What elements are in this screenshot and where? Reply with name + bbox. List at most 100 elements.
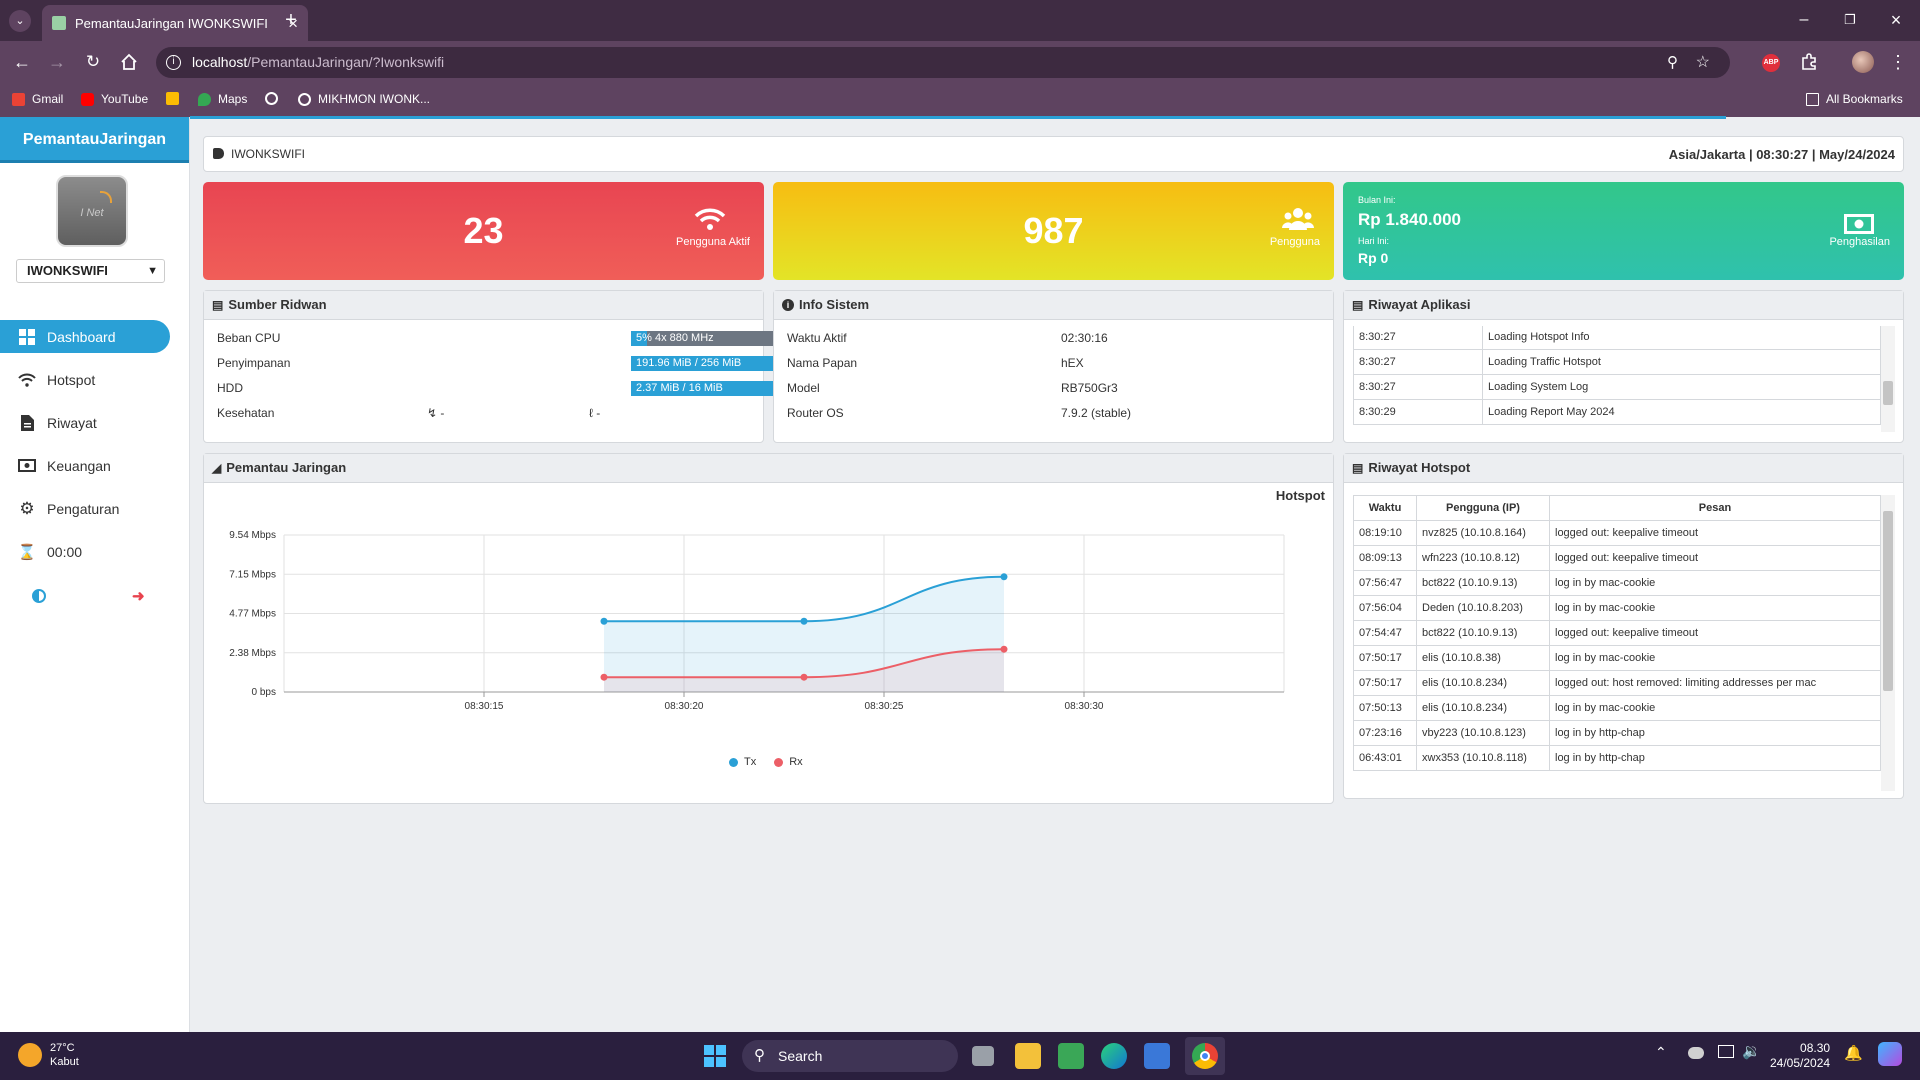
- sidebar-item-riwayat[interactable]: Riwayat: [0, 406, 170, 439]
- sidebar-item-label: Dashboard: [47, 328, 116, 345]
- column-header-user[interactable]: Pengguna (IP): [1416, 495, 1550, 521]
- router-select[interactable]: IWONKSWIFI ▼: [16, 259, 165, 283]
- windows-taskbar: 27°C Kabut ⚲ Search ⌃ 🔉 08.30 24/05/2024…: [0, 1032, 1920, 1080]
- browser-tab-bar: ⌄ PemantauJaringan IWONKSWIFI × + – ❐ ×: [0, 0, 1920, 41]
- hotspot-log-scroll[interactable]: Waktu Pengguna (IP) Pesan 08:19:10 nvz825…: [1353, 495, 1895, 791]
- extensions-icon[interactable]: [1799, 52, 1819, 72]
- stat-income[interactable]: Bulan Ini: Rp 1.840.000 Hari Ini: Rp 0 P…: [1343, 182, 1904, 280]
- microsoft-store-icon[interactable]: [1144, 1043, 1170, 1069]
- new-tab-button[interactable]: +: [281, 10, 301, 30]
- back-icon[interactable]: ←: [12, 52, 32, 72]
- income-day-value: Rp 0: [1358, 250, 1389, 266]
- cloud-status-icon[interactable]: [1688, 1047, 1704, 1059]
- sidebar: PemantauJaringan I Net IWONKSWIFI ▼ Dash…: [0, 117, 190, 1032]
- weather-widget[interactable]: 27°C Kabut: [18, 1041, 79, 1069]
- table-row: 07:56:04 Deden (10.10.8.203) log in by mac…: [1353, 595, 1881, 621]
- column-header-message[interactable]: Pesan: [1549, 495, 1881, 521]
- app-log-scrollbar[interactable]: [1881, 326, 1895, 432]
- bookmark-maps[interactable]: Maps: [198, 92, 247, 106]
- file-explorer-icon[interactable]: [1015, 1043, 1041, 1069]
- bookmark-photos[interactable]: [166, 92, 186, 105]
- table-row: 07:56:47 bct822 (10.10.9.13) log in by mac…: [1353, 570, 1881, 596]
- column-header-time[interactable]: Waktu: [1353, 495, 1417, 521]
- forward-icon[interactable]: →: [47, 52, 67, 72]
- sidebar-item-hotspot[interactable]: Hotspot: [0, 363, 170, 396]
- bookmark-youtube[interactable]: YouTube: [81, 92, 148, 106]
- chart-title: Hotspot: [1275, 488, 1325, 503]
- logout-icon[interactable]: ➜: [132, 587, 145, 605]
- data-point-rx: [600, 673, 608, 681]
- spreadsheet-app-icon[interactable]: [1058, 1043, 1084, 1069]
- site-info-icon[interactable]: i: [166, 55, 181, 70]
- restore-window-button[interactable]: ❐: [1840, 10, 1860, 30]
- task-view-icon[interactable]: [972, 1046, 994, 1066]
- sysinfo-header: i Info Sistem: [774, 291, 1333, 320]
- sidebar-item-label: Keuangan: [47, 457, 111, 474]
- search-icon: ⚲: [754, 1047, 765, 1064]
- bookmark-star-icon[interactable]: ☆: [1696, 47, 1710, 78]
- globe-icon: [298, 92, 311, 106]
- start-icon[interactable]: [704, 1045, 726, 1067]
- bookmark-globe[interactable]: [265, 92, 285, 105]
- close-window-button[interactable]: ×: [1886, 10, 1906, 30]
- app-log-scroll[interactable]: 8:30:27 Loading Hotspot Info 8:30:27 Loadi…: [1353, 326, 1895, 432]
- volume-icon[interactable]: 🔉: [1742, 1042, 1761, 1060]
- browser-menu-icon[interactable]: ⋮: [1888, 52, 1908, 72]
- app-log-panel: ▤ Riwayat Aplikasi 8:30:27 Loading Hotspo…: [1343, 290, 1904, 443]
- users-icon: [1282, 206, 1314, 232]
- minimize-window-button[interactable]: –: [1794, 10, 1814, 30]
- show-hidden-icons[interactable]: ⌃: [1655, 1044, 1667, 1061]
- wifi-signal-icon: [100, 191, 112, 203]
- brand-title[interactable]: PemantauJaringan: [0, 117, 189, 163]
- taskbar-clock[interactable]: 08.30 24/05/2024: [1770, 1041, 1830, 1071]
- adblock-extension-icon[interactable]: ABP: [1762, 54, 1780, 72]
- hotspot-log-scrollbar[interactable]: [1881, 495, 1895, 791]
- reload-icon[interactable]: ↻: [83, 52, 103, 72]
- table-header-row: Waktu Pengguna (IP) Pesan: [1353, 495, 1881, 521]
- stat-active-users[interactable]: 23 Pengguna Aktif: [203, 182, 764, 280]
- browser-tab[interactable]: PemantauJaringan IWONKSWIFI ×: [42, 5, 308, 41]
- all-bookmarks-button[interactable]: All Bookmarks: [1806, 92, 1903, 106]
- x-tick-label: 08:30:20: [665, 701, 704, 712]
- legend-rx-marker: [774, 757, 784, 767]
- sidebar-item-dashboard[interactable]: Dashboard: [0, 320, 170, 353]
- copilot-icon[interactable]: [1878, 1042, 1902, 1066]
- globe-icon: [265, 92, 278, 105]
- home-icon[interactable]: [119, 52, 139, 72]
- resources-panel: ▤ Sumber Ridwan Beban CPU 5% 4x 880 MHz …: [203, 290, 954, 443]
- legend-rx[interactable]: Rx: [774, 756, 803, 768]
- scrollbar-thumb[interactable]: [1883, 511, 1893, 691]
- document-icon: ▤: [1352, 461, 1364, 475]
- income-month-value: Rp 1.840.000: [1358, 210, 1462, 229]
- area-chart-icon: ◢: [212, 461, 222, 475]
- users-count: 987: [1023, 210, 1084, 251]
- scrollbar-thumb[interactable]: [1883, 381, 1893, 405]
- zoom-icon[interactable]: ⚲: [1667, 47, 1678, 78]
- photos-icon: [166, 92, 179, 105]
- profile-avatar[interactable]: [1852, 51, 1874, 73]
- router-logo: I Net: [56, 175, 128, 247]
- notification-bell-icon[interactable]: 🔔: [1844, 1044, 1863, 1062]
- bookmark-mikhmon[interactable]: MIKHMON IWONK...: [298, 92, 430, 106]
- health-voltage: ↯ -: [427, 406, 445, 420]
- taskbar-search[interactable]: ⚲ Search: [742, 1040, 958, 1072]
- address-bar[interactable]: i localhost/PemantauJaringan/?Iwonkswifi…: [156, 47, 1730, 78]
- legend-tx[interactable]: Tx: [729, 756, 756, 768]
- resources-title: Sumber Ridwan: [228, 297, 327, 312]
- tab-search-button[interactable]: ⌄: [9, 10, 31, 32]
- sidebar-item-pengaturan[interactable]: ⚙ Pengaturan: [0, 492, 170, 525]
- folder-icon: [1806, 92, 1819, 106]
- stat-users[interactable]: 987 Pengguna: [773, 182, 1334, 280]
- sidebar-item-keuangan[interactable]: Keuangan: [0, 449, 170, 482]
- cpu-bar-text: 5% 4x 880 MHz: [636, 332, 714, 344]
- bolt-icon: ↯: [427, 406, 438, 420]
- table-row: 08:19:10 nvz825 (10.10.8.164) logged out: …: [1353, 520, 1881, 546]
- theme-toggle-icon[interactable]: [32, 589, 46, 603]
- edge-browser-icon[interactable]: [1101, 1043, 1127, 1069]
- bookmark-gmail[interactable]: Gmail: [12, 92, 63, 106]
- table-row: 8:30:27 Loading Traffic Hotspot: [1353, 349, 1881, 375]
- network-icon[interactable]: [1718, 1045, 1734, 1058]
- chrome-taskbar-button[interactable]: [1185, 1037, 1225, 1075]
- y-tick-label: 4.77 Mbps: [229, 609, 276, 620]
- legend-tx-marker: [729, 757, 738, 767]
